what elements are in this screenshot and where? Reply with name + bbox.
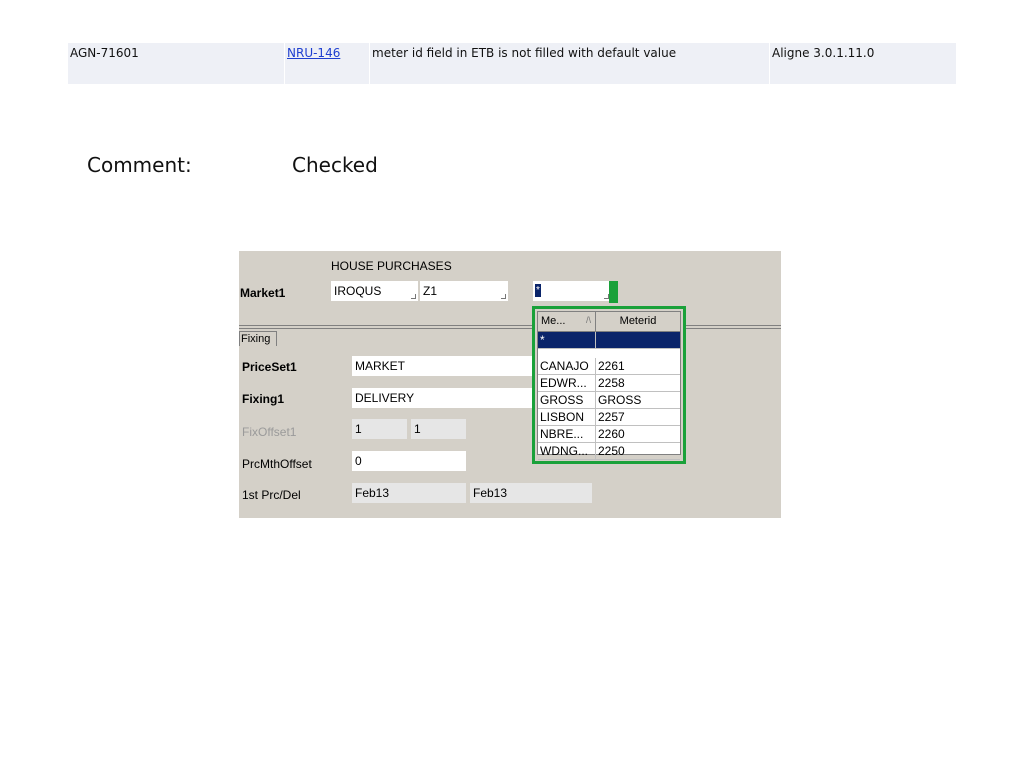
market-label: Market1 — [240, 286, 286, 300]
resize-grip-icon — [501, 294, 506, 299]
fixoffset-field-b: 1 — [411, 419, 466, 439]
meter-dropdown-list: Me... /\ Meterid * CANAJO 2261 EDWR... 2… — [532, 306, 686, 464]
dropdown-header-col1-label: Me... — [541, 315, 566, 327]
dropdown-cell-id: 2260 — [598, 427, 625, 441]
fixoffset-field-a: 1 — [352, 419, 407, 439]
dropdown-row[interactable]: * — [538, 332, 680, 349]
meter-select-value: * — [535, 284, 541, 297]
issue-version: Aligne 3.0.1.11.0 — [772, 46, 875, 60]
comment-value: Checked — [292, 153, 378, 177]
dropdown-cell-id — [596, 332, 680, 348]
dropdown-row[interactable]: CANAJO 2261 — [538, 358, 680, 375]
dropdown-cell-name: NBRE... — [538, 426, 596, 442]
dropdown-row[interactable]: LISBON 2257 — [538, 409, 680, 426]
dropdown-row[interactable]: WDNG... 2250 — [538, 443, 680, 460]
dropdown-header-col1[interactable]: Me... /\ — [538, 312, 596, 331]
market-select-value: IROQUS — [334, 284, 382, 298]
zone-select[interactable]: Z1 — [420, 281, 508, 301]
prcmthoffset-field[interactable]: 0 — [352, 451, 466, 471]
meter-select[interactable]: * — [533, 281, 611, 301]
prcmthoffset-label: PrcMthOffset — [242, 457, 312, 471]
dropdown-cell-name: GROSS — [538, 392, 596, 408]
issue-link[interactable]: NRU-146 — [287, 46, 340, 60]
meter-dropdown-button[interactable] — [609, 281, 618, 303]
dropdown-cell-id: 2250 — [598, 444, 625, 458]
dropdown-cell-name: * — [538, 332, 596, 348]
dropdown-row[interactable]: GROSS GROSS — [538, 392, 680, 409]
dropdown-cell-name: EDWR... — [538, 375, 596, 391]
dropdown-cell-id: 2258 — [598, 376, 625, 390]
dropdown-row[interactable]: EDWR... 2258 — [538, 375, 680, 392]
dropdown-header: Me... /\ Meterid — [538, 312, 680, 332]
priceset-label: PriceSet1 — [242, 360, 297, 374]
market-select[interactable]: IROQUS — [331, 281, 418, 301]
issue-summary: meter id field in ETB is not filled with… — [370, 43, 770, 84]
dropdown-row[interactable]: NBRE... 2260 — [538, 426, 680, 443]
comment-label: Comment: — [87, 153, 192, 177]
dropdown-cell-id: 2261 — [598, 359, 625, 373]
fixoffset-label: FixOffset1 — [242, 425, 297, 439]
first-prc-del-label: 1st Prc/Del — [242, 488, 301, 502]
dropdown-cell-name: WDNG... — [538, 443, 596, 459]
dropdown-gap — [538, 349, 680, 358]
priceset-field[interactable]: MARKET — [352, 356, 532, 376]
dropdown-cell-id: GROSS — [598, 393, 642, 407]
fixing-field[interactable]: DELIVERY — [352, 388, 532, 408]
app-screenshot: HOUSE PURCHASES Market1 IROQUS Z1 * Fixi… — [239, 251, 781, 518]
sort-icon: /\ — [585, 315, 591, 325]
dropdown-cell-name: LISBON — [538, 409, 596, 425]
dropdown-cell-id: 2257 — [598, 410, 625, 424]
meter-dropdown-grid: Me... /\ Meterid * CANAJO 2261 EDWR... 2… — [537, 311, 681, 460]
issue-row: AGN-71601 NRU-146 meter id field in ETB … — [68, 43, 956, 84]
separator — [239, 325, 781, 329]
first-prc-field-b: Feb13 — [470, 483, 592, 503]
dropdown-cell-name: CANAJO — [538, 358, 596, 374]
zone-select-value: Z1 — [423, 284, 438, 298]
first-prc-field-a: Feb13 — [352, 483, 466, 503]
house-purchases-title: HOUSE PURCHASES — [331, 259, 452, 273]
resize-grip-icon — [411, 294, 416, 299]
issue-id: AGN-71601 — [68, 43, 285, 84]
dropdown-header-col2[interactable]: Meterid — [596, 312, 680, 331]
issue-link-cell: NRU-146 — [285, 43, 370, 84]
tab-fixing[interactable]: Fixing — [239, 331, 277, 346]
fixing-label: Fixing1 — [242, 392, 285, 406]
